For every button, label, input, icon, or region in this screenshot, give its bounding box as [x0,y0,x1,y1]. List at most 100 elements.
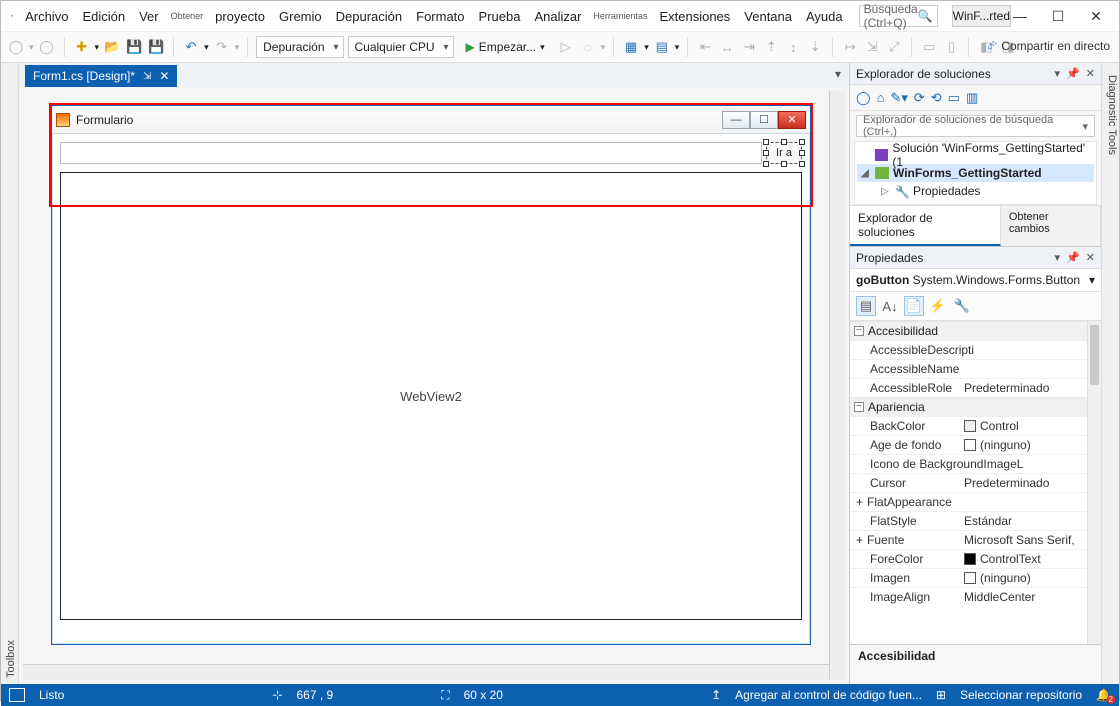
source-control-icon[interactable]: ↥ [711,688,721,702]
se-showall-icon[interactable]: ▥ [966,90,978,106]
menu-build[interactable]: Gremio [273,5,328,28]
prop-accname[interactable]: AccessibleName [850,360,960,378]
platform-combo[interactable]: Cualquier CPU [348,36,454,58]
start-debug-button[interactable]: ▶Empezar...▾ [458,36,553,58]
prop-image[interactable]: Imagen [850,569,960,587]
tree-properties-node[interactable]: ▷🔧Propiedades [857,182,1094,200]
al2-icon[interactable]: ↔ [718,38,736,56]
nav-back-icon[interactable]: ◯ [7,38,25,56]
menu-format[interactable]: Formato [410,5,470,28]
solution-tree[interactable]: Solución 'WinForms_GettingStarted' (1 ◢W… [854,141,1097,205]
config-combo[interactable]: Depuración [256,36,343,58]
diagnostic-tools-tab[interactable]: Diagnostic Tools [1105,69,1119,684]
menu-project[interactable]: proyecto [209,5,271,28]
sp2-icon[interactable]: ▯ [942,38,960,56]
go-button[interactable]: Ir a [766,142,802,164]
sz2-icon[interactable]: ⇲ [863,38,881,56]
menu-help[interactable]: Ayuda [800,5,849,28]
props-menu-icon[interactable]: ▾ [1055,251,1061,264]
prop-imagealign[interactable]: ImageAlign [850,588,960,606]
prop-forecolor[interactable]: ForeColor [850,550,960,568]
datasources-tab[interactable]: Data Sources [0,69,4,684]
menu-get[interactable]: Obtener [167,7,208,25]
se-collapse-icon[interactable]: ▭ [948,90,960,106]
quick-search[interactable]: Búsqueda (Ctrl+Q) 🔍 [859,5,938,27]
al6-icon[interactable]: ⇣ [806,38,824,56]
se-refresh-icon[interactable]: ⟲ [931,90,942,106]
menu-file[interactable]: Archivo [19,5,74,28]
menu-test[interactable]: Prueba [473,5,527,28]
sz1-icon[interactable]: ↦ [841,38,859,56]
menu-view[interactable]: Ver [133,5,165,28]
minimize-icon[interactable]: — [1011,8,1029,25]
webview2-control[interactable]: WebView2 [60,172,802,620]
form-min-icon[interactable]: — [722,111,750,129]
play-outline-icon[interactable]: ▷ [557,38,575,56]
prop-flatstyle[interactable]: FlatStyle [850,512,960,530]
tabs-overflow-icon[interactable]: ▾ [835,67,841,81]
properties-selector[interactable]: goButton System.Windows.Forms.Button▾ [850,269,1101,292]
se-back-icon[interactable]: ◯ [856,90,871,106]
live-share-button[interactable]: ⮳Compartir en directo [988,38,1110,53]
prop-cat-accesibilidad[interactable]: −Accesibilidad [850,321,1101,340]
al5-icon[interactable]: ↕ [784,38,802,56]
save-all-icon[interactable]: 💾 [147,38,165,56]
status-rect-icon[interactable] [9,688,25,702]
prop-cursor[interactable]: Cursor [850,474,960,492]
redo-icon[interactable]: ↷ [213,38,231,56]
sp1-icon[interactable]: ▭ [920,38,938,56]
new-item-icon[interactable]: ✚ [73,38,91,56]
se-sync-icon[interactable]: ⟳ [914,90,925,106]
sz3-icon[interactable]: ⤢ [885,38,903,56]
form-close-icon[interactable]: ✕ [778,111,806,129]
se-home-icon[interactable]: ⌂ [877,90,885,105]
align-grid-icon[interactable]: ▦ [622,38,640,56]
prop-bgimage[interactable]: Age de fondo [850,436,960,454]
menu-edit[interactable]: Edición [76,5,131,28]
se-tab-changes[interactable]: Obtener cambios [1001,206,1101,246]
propgrid-vscroll[interactable] [1087,321,1101,644]
properties-grid[interactable]: −Accesibilidad AccessibleDescripti Acces… [850,321,1101,644]
prop-wrench-icon[interactable]: 🔧 [952,296,972,316]
address-textbox[interactable] [60,142,762,164]
prop-flatappearance[interactable]: +FlatAppearance [850,493,960,511]
notifications-icon[interactable]: 🔔2 [1096,688,1111,702]
form-max-icon[interactable]: ☐ [750,111,778,129]
undo-icon[interactable]: ↶ [182,38,200,56]
prop-cat-icon[interactable]: ▤ [856,296,876,316]
nav-fwd-icon[interactable]: ◯ [38,38,56,56]
tree-solution-node[interactable]: Solución 'WinForms_GettingStarted' (1 [857,146,1094,164]
menu-tools[interactable]: Herramientas [589,7,651,25]
prop-cat-apariencia[interactable]: −Apariencia [850,397,1101,416]
se-tab-explorer[interactable]: Explorador de soluciones [850,206,1001,246]
design-vscroll[interactable] [829,91,845,680]
tab-close-icon[interactable]: ✕ [159,69,169,83]
prop-props-icon[interactable]: 📄 [904,296,924,316]
prop-events-icon[interactable]: ⚡ [928,296,948,316]
prop-font[interactable]: +Fuente [850,531,960,549]
menu-extensions[interactable]: Extensiones [653,5,736,28]
tab-form1-design[interactable]: Form1.cs [Design]* ⇲ ✕ [25,65,177,87]
menu-analyze[interactable]: Analizar [528,5,587,28]
al4-icon[interactable]: ⇡ [762,38,780,56]
step-icon[interactable]: ◌ [579,38,597,56]
design-hscroll[interactable] [23,664,829,680]
panel-pin-icon[interactable]: 📌 [1066,67,1080,80]
close-icon[interactable]: ✕ [1087,8,1105,25]
props-pin-icon[interactable]: 📌 [1066,251,1080,264]
solution-picker[interactable]: WinF...rted [952,5,1011,27]
maximize-icon[interactable]: ☐ [1049,8,1067,25]
status-sel-repo[interactable]: Seleccionar repositorio [960,688,1082,702]
save-icon[interactable]: 💾 [125,38,143,56]
menu-debug[interactable]: Depuración [330,5,409,28]
prop-accdesc[interactable]: AccessibleDescripti [850,341,960,359]
prop-bgimagelayout[interactable]: Icono de BackgroundImageL [850,455,1027,473]
panel-close-icon[interactable]: ✕ [1086,67,1095,80]
se-tool1-icon[interactable]: ✎▾ [890,90,907,106]
al1-icon[interactable]: ⇤ [696,38,714,56]
al3-icon[interactable]: ⇥ [740,38,758,56]
status-add-sc[interactable]: Agregar al control de código fuen... [735,688,922,702]
toolbox-tab[interactable]: Toolbox [4,69,18,684]
menu-window[interactable]: Ventana [738,5,798,28]
solution-explorer-search[interactable]: Explorador de soluciones de búsqueda (Ct… [856,115,1095,137]
